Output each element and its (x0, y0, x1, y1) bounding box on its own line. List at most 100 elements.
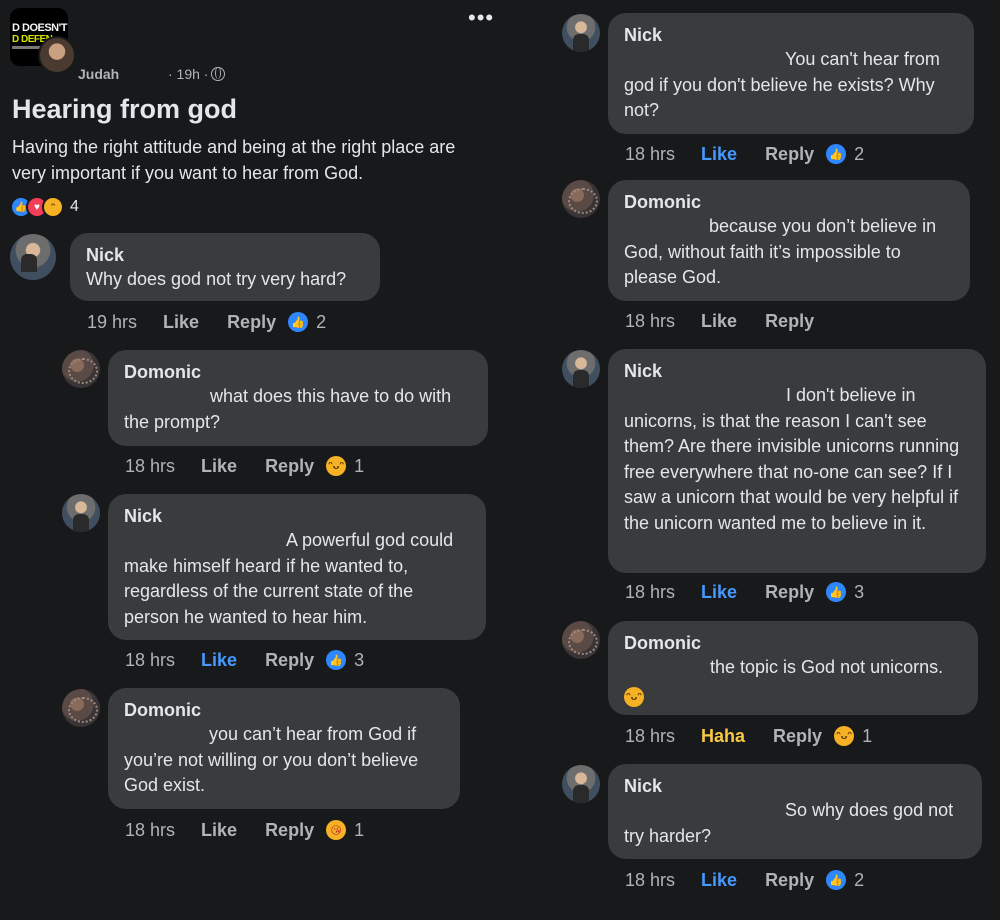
like-button[interactable]: Like (701, 870, 737, 891)
group-logo-text: D DOESN'T (12, 22, 67, 34)
post-meta: · 19h · (168, 66, 226, 82)
comment-time[interactable]: 18 hrs (125, 456, 175, 477)
more-options-icon[interactable]: ••• (468, 7, 494, 29)
comment-author[interactable]: Nick (624, 23, 958, 47)
comment-time[interactable]: 18 hrs (125, 820, 175, 841)
comment-text: You can't hear from god if you don't bel… (624, 49, 940, 120)
comment-author[interactable]: Domonic (624, 190, 954, 214)
comment-bubble: Domonic you can’t hear from God if you’r… (108, 688, 460, 809)
comment-text: I don't believe in unicorns, is that the… (624, 385, 960, 533)
left-column: D DOESN'T D DEFEN Judah · 19h · ••• Hear… (0, 0, 500, 920)
comment-bubble: Nick I don't believe in unicorns, is tha… (608, 349, 986, 573)
avatar[interactable] (62, 494, 100, 532)
right-column: Nick You can't hear from god if you don'… (500, 0, 1000, 920)
comment-actions: 18 hrs Like Reply ᵔᴗᵔ 1 (125, 454, 364, 478)
author-avatar[interactable] (38, 36, 76, 74)
reply-button[interactable]: Reply (227, 312, 276, 333)
post-author[interactable]: Judah (78, 66, 119, 82)
comment-actions: 18 hrs Haha Reply ᵔᴗᵔ 1 (625, 724, 872, 748)
reply-button[interactable]: Reply (265, 456, 314, 477)
comment-time[interactable]: 18 hrs (625, 726, 675, 747)
comment-author[interactable]: Nick (124, 504, 470, 528)
comment-time[interactable]: 18 hrs (625, 311, 675, 332)
like-button[interactable]: Like (163, 312, 199, 333)
comment-author[interactable]: Domonic (124, 360, 472, 384)
avatar[interactable] (562, 14, 600, 52)
laughing-emoji-icon: ᵔᴗᵔ (624, 686, 644, 707)
comment-actions: 18 hrs Like Reply 👍 3 (625, 580, 864, 604)
like-reaction-icon: 👍 (288, 312, 309, 332)
comment-text: A powerful god could make himself heard … (124, 530, 454, 627)
reaction-count: 4 (70, 198, 79, 215)
avatar[interactable] (10, 234, 56, 280)
comment-author[interactable]: Domonic (124, 698, 444, 722)
reaction-count[interactable]: 1 (354, 820, 364, 841)
avatar[interactable] (62, 350, 100, 388)
like-button[interactable]: Like (701, 311, 737, 332)
like-button[interactable]: Like (701, 582, 737, 603)
comment-time[interactable]: 18 hrs (625, 144, 675, 165)
reply-button[interactable]: Reply (265, 650, 314, 671)
post-title: Hearing from god (12, 94, 238, 124)
comment-actions: 18 hrs Like Reply 👍 2 (625, 868, 864, 892)
avatar[interactable] (562, 180, 600, 218)
comment-time[interactable]: 18 hrs (625, 582, 675, 603)
comment-text: the topic is God not unicorns. (710, 657, 944, 677)
reaction-count[interactable]: 2 (316, 312, 326, 333)
comment-author[interactable]: Domonic (624, 631, 962, 655)
like-button[interactable]: Like (201, 650, 237, 671)
avatar[interactable] (562, 350, 600, 388)
like-reaction-icon: 👍 (826, 582, 847, 602)
like-reaction-icon: 👍 (326, 650, 347, 670)
reply-button[interactable]: Reply (765, 311, 814, 332)
like-button[interactable]: Like (201, 820, 237, 841)
comment-text: what does this have to do with the promp… (124, 386, 452, 432)
avatar[interactable] (562, 621, 600, 659)
comment-actions: 18 hrs Like Reply 😘 1 (125, 818, 364, 842)
comment-text: So why does god not try harder? (624, 800, 954, 846)
reply-button[interactable]: Reply (765, 582, 814, 603)
comment-author[interactable]: Nick (624, 774, 966, 798)
comment-bubble: Domonic the topic is God not unicorns. ᵔ… (608, 621, 978, 715)
reply-button[interactable]: Reply (765, 144, 814, 165)
reply-button[interactable]: Reply (265, 820, 314, 841)
reaction-count[interactable]: 2 (854, 144, 864, 165)
like-reaction-icon: 👍 (826, 144, 847, 164)
comment-text: you can’t hear from God if you’re not wi… (124, 724, 419, 795)
comment-bubble: Nick So why does god not try harder? (608, 764, 982, 859)
comment-bubble: Domonic what does this have to do with t… (108, 350, 488, 446)
reaction-count[interactable]: 2 (854, 870, 864, 891)
comment-bubble: Domonic because you don’t believe in God… (608, 180, 970, 301)
reaction-count[interactable]: 3 (854, 582, 864, 603)
post-body: Having the right attitude and being at t… (12, 137, 456, 183)
avatar[interactable] (562, 765, 600, 803)
haha-button[interactable]: Haha (701, 726, 745, 747)
comment-actions: 18 hrs Like Reply (625, 309, 814, 333)
haha-reaction-icon: ᵔᴗᵔ (834, 726, 855, 746)
like-button[interactable]: Like (201, 456, 237, 477)
reaction-count[interactable]: 3 (354, 650, 364, 671)
comment-time[interactable]: 18 hrs (125, 650, 175, 671)
comment-author[interactable]: Nick (624, 359, 970, 383)
reply-button[interactable]: Reply (765, 870, 814, 891)
avatar[interactable] (62, 689, 100, 727)
comment-time[interactable]: 19 hrs (87, 312, 137, 333)
haha-reaction-icon: ᵔᴗᵔ (326, 456, 347, 476)
comment-bubble: Nick A powerful god could make himself h… (108, 494, 486, 640)
kiss-reaction-icon: 😘 (326, 820, 347, 840)
like-button[interactable]: Like (701, 144, 737, 165)
haha-reaction-icon: ᵔ (42, 196, 64, 218)
comment-time[interactable]: 18 hrs (625, 870, 675, 891)
post-time[interactable]: · 19h · (168, 66, 208, 82)
comment-bubble: Nick You can't hear from god if you don'… (608, 13, 974, 134)
comment-author[interactable]: Nick (86, 243, 364, 267)
comment-text: because you don’t believe in God, withou… (624, 216, 937, 287)
reaction-count[interactable]: 1 (354, 456, 364, 477)
reaction-count[interactable]: 1 (862, 726, 872, 747)
post-reactions[interactable]: 👍 ♥ ᵔ 4 (10, 196, 79, 218)
comment-actions: 19 hrs Like Reply 👍 2 (87, 310, 326, 334)
like-reaction-icon: 👍 (826, 870, 847, 890)
globe-icon (211, 67, 226, 81)
comment-actions: 18 hrs Like Reply 👍 3 (125, 648, 364, 672)
reply-button[interactable]: Reply (773, 726, 822, 747)
